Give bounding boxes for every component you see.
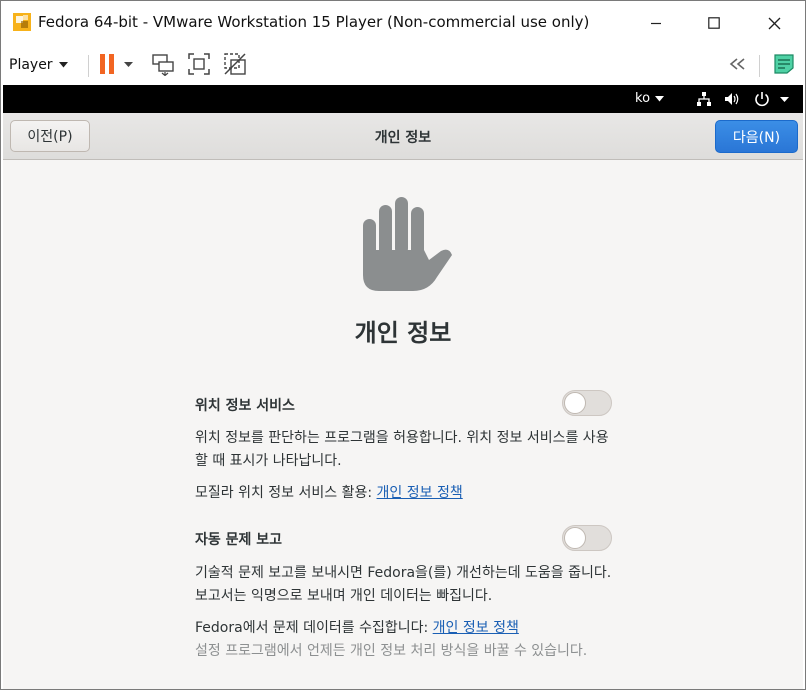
input-language-menu[interactable]: ko [635,91,665,106]
chevron-down-icon [655,95,665,101]
input-language-label: ko [635,91,651,106]
title-bar: Fedora 64-bit - VMware Workstation 15 Pl… [1,1,805,45]
toolbar-divider-right [759,55,760,77]
send-ctrl-alt-del-button[interactable] [150,51,176,77]
location-privacy-policy-link[interactable]: 개인 정보 정책 [377,485,463,501]
page-title: 개인 정보 [354,319,452,347]
collapse-toolbar-button[interactable] [725,51,751,77]
player-menu-button[interactable]: Player [9,52,68,78]
message-log-button[interactable] [771,51,797,77]
close-button[interactable] [745,1,803,45]
message-log-icon [774,54,794,74]
location-services-description: 위치 정보를 판단하는 프로그램을 허용합니다. 위치 정보 서비스를 사용할 … [195,430,609,469]
location-policy-prefix: 모질라 위치 정보 서비스 활용: [195,485,377,501]
vmware-app-icon [13,13,31,31]
location-policy-line: 모질라 위치 정보 서비스 활용: 개인 정보 정책 [195,482,615,505]
pause-button[interactable] [95,51,141,77]
window-title: Fedora 64-bit - VMware Workstation 15 Pl… [38,13,590,31]
next-button[interactable]: 다음(N) [715,120,798,153]
fullscreen-button[interactable] [186,51,212,77]
network-status[interactable] [695,90,713,108]
unity-button[interactable] [222,51,248,77]
toolbar-divider [88,55,89,77]
guest-top-bar: ko [3,85,803,113]
pause-icon [100,54,133,74]
header-bar: 이전(P) 개인 정보 다음(N) [3,113,803,160]
problem-reporting-switch[interactable] [562,525,612,551]
close-icon [768,17,780,29]
fullscreen-icon [188,53,210,75]
problem-reporting-description: 기술적 문제 보고를 보내시면 Fedora을(를) 개선하는데 도움을 줍니다… [195,565,612,604]
header-title: 개인 정보 [374,130,432,146]
switch-knob [564,527,586,549]
network-icon [697,92,711,106]
maximize-icon [708,17,720,29]
collapse-toolbar-icon [729,58,745,70]
volume-status[interactable] [723,90,741,108]
unity-icon [224,53,246,75]
location-services-switch[interactable] [562,390,612,416]
send-ctrl-alt-del-icon [152,54,174,76]
problem-reporting-title: 자동 문제 보고 [195,532,283,548]
problem-policy-line: Fedora에서 문제 데이터를 수집합니다: 개인 정보 정책 [195,617,635,640]
switch-knob [564,392,586,414]
vmware-toolbar: Player [1,45,805,85]
maximize-button[interactable] [685,1,743,45]
vmware-window: Fedora 64-bit - VMware Workstation 15 Pl… [0,0,806,690]
problem-policy-prefix: Fedora에서 문제 데이터를 수집합니다: [195,620,433,636]
privacy-hand-icon [363,197,452,291]
minimize-icon [651,22,661,25]
settings-footer-note: 설정 프로그램에서 언제든 개인 정보 처리 방식을 바꿀 수 있습니다. [195,643,588,659]
player-menu-label: Player [9,57,53,73]
minimize-button[interactable] [627,1,685,45]
problem-privacy-policy-link[interactable]: 개인 정보 정책 [433,620,519,636]
chevron-down-icon [58,62,68,68]
location-services-title: 위치 정보 서비스 [195,398,295,414]
volume-icon [725,93,739,105]
power-menu[interactable] [753,90,793,108]
initial-setup-window: 이전(P) 개인 정보 다음(N) 개인 정보 위치 정보 서비스 위치 정보를… [3,113,803,689]
power-icon [755,92,789,107]
